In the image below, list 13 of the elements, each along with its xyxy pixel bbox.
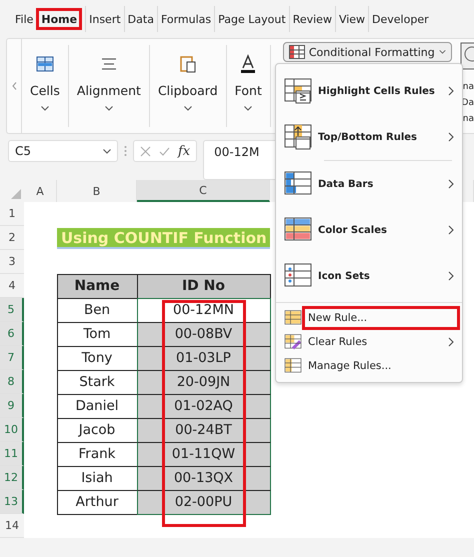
table-cell: 01-03LP bbox=[136, 346, 270, 370]
ribbon-label: na bbox=[462, 114, 474, 124]
table-header: ID No bbox=[136, 274, 270, 298]
table-cell: 00-13QX bbox=[136, 466, 270, 490]
table-cell: 00-24BT bbox=[136, 418, 270, 442]
table-cell: 00-08BV bbox=[136, 322, 270, 346]
table-header: Name bbox=[56, 274, 138, 298]
table-cell: 20-09JN bbox=[136, 370, 270, 394]
ribbon-label: na bbox=[462, 82, 474, 92]
sheet-title: Using COUNTIF Function bbox=[57, 228, 270, 248]
table-cell: 01-02AQ bbox=[136, 394, 270, 418]
table-cell: 01-11QW bbox=[136, 442, 270, 466]
table-cell: 02-00PU bbox=[136, 490, 270, 514]
